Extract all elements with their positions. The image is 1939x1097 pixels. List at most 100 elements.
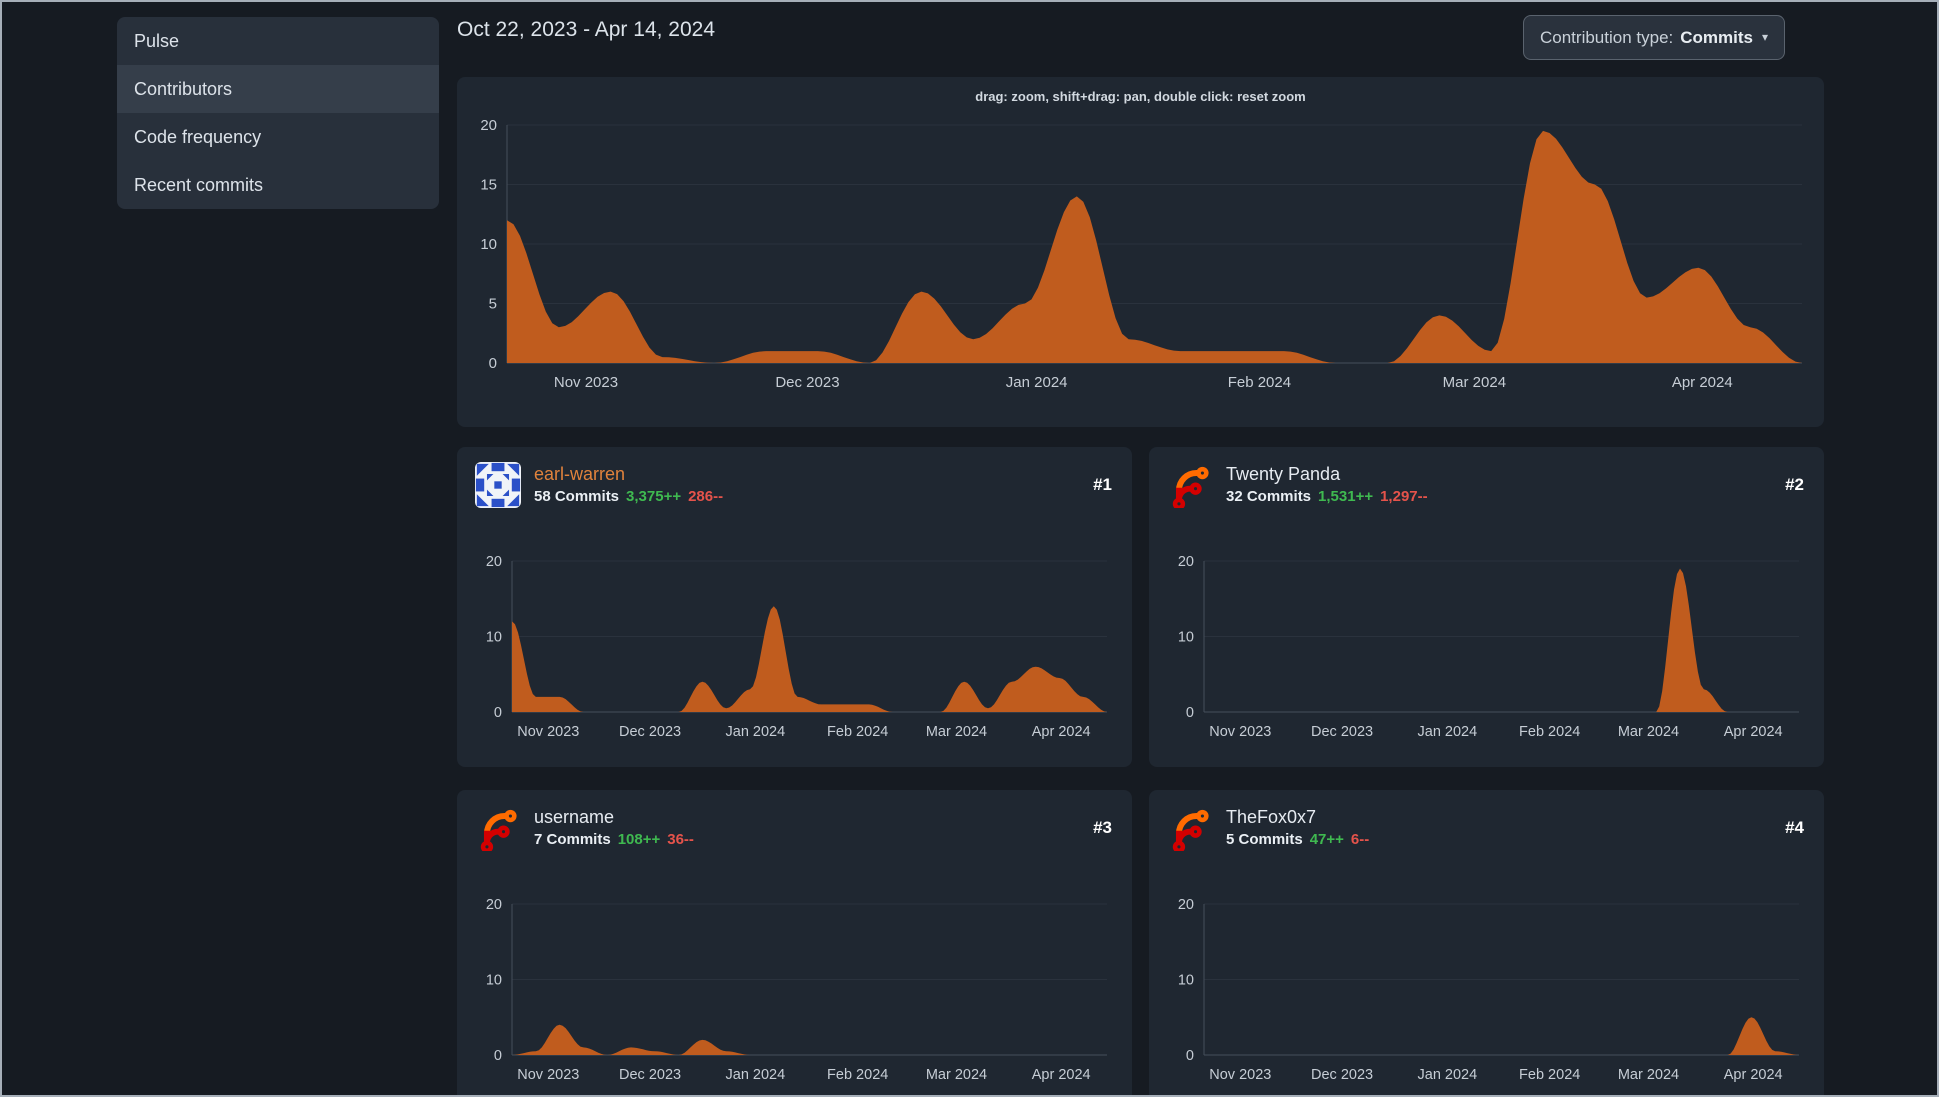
deletions-count: 6-- — [1350, 830, 1370, 848]
contributor-name: TheFox0x7 — [1226, 807, 1317, 828]
svg-text:Mar 2024: Mar 2024 — [1618, 1067, 1679, 1083]
contribution-type-dropdown[interactable]: Contribution type: Commits ▾ — [1523, 15, 1786, 60]
contribution-type-value: Commits — [1680, 27, 1753, 47]
avatar[interactable] — [475, 462, 521, 508]
svg-text:Feb 2024: Feb 2024 — [1519, 724, 1580, 740]
svg-text:Apr 2024: Apr 2024 — [1724, 1067, 1783, 1083]
forgejo-logo-avatar — [475, 805, 521, 851]
svg-text:Apr 2024: Apr 2024 — [1032, 724, 1091, 740]
svg-text:20: 20 — [1178, 897, 1194, 913]
deletions-count: 36-- — [667, 830, 694, 848]
sidebar-item-code-frequency[interactable]: Code frequency — [117, 113, 439, 161]
chevron-down-icon: ▾ — [1761, 29, 1769, 44]
svg-text:Nov 2023: Nov 2023 — [1209, 724, 1271, 740]
rank-badge: #1 — [1093, 475, 1112, 494]
contributor-card-4: TheFox0x7 5 Commits 47++ 6-- #4 0 10 20 Nov 2… — [1149, 790, 1824, 1095]
additions-count: 3,375++ — [626, 487, 682, 505]
svg-text:Jan 2024: Jan 2024 — [726, 724, 786, 740]
svg-text:15: 15 — [480, 177, 497, 194]
rank-badge: #2 — [1785, 475, 1804, 494]
svg-text:0: 0 — [494, 705, 502, 721]
additions-count: 1,531++ — [1318, 487, 1374, 505]
svg-text:Feb 2024: Feb 2024 — [827, 724, 888, 740]
svg-text:Apr 2024: Apr 2024 — [1724, 724, 1783, 740]
svg-text:Nov 2023: Nov 2023 — [1209, 1067, 1271, 1083]
contributor-card-2: Twenty Panda 32 Commits 1,531++ 1,297-- #2… — [1149, 447, 1824, 767]
svg-text:0: 0 — [1186, 705, 1194, 721]
svg-text:Dec 2023: Dec 2023 — [1311, 1067, 1373, 1083]
contributor-commits-area-chart[interactable]: 0 10 20 Nov 2023 Dec 2023 Jan 2024 Feb 2024 Mar… — [457, 523, 1132, 767]
svg-text:Mar 2024: Mar 2024 — [1618, 724, 1679, 740]
deletions-count: 1,297-- — [1380, 487, 1428, 505]
contribution-type-label: Contribution type: — [1540, 27, 1674, 47]
svg-text:Dec 2023: Dec 2023 — [1311, 724, 1373, 740]
contributor-stats: 32 Commits 1,531++ 1,297-- — [1226, 488, 1428, 505]
forgejo-logo-avatar — [1167, 805, 1213, 851]
contributor-card-3: username 7 Commits 108++ 36-- #3 0 10 20 Nov … — [457, 790, 1132, 1095]
svg-text:Jan 2024: Jan 2024 — [1418, 724, 1478, 740]
svg-text:10: 10 — [1178, 973, 1194, 989]
overall-commits-chart-card: drag: zoom, shift+drag: pan, double clic… — [457, 77, 1824, 427]
rank-badge: #4 — [1785, 818, 1804, 837]
svg-text:20: 20 — [486, 897, 502, 913]
svg-text:0: 0 — [494, 1048, 502, 1064]
activity-sidebar: Pulse Contributors Code frequency Recent… — [117, 17, 439, 209]
rank-badge: #3 — [1093, 818, 1112, 837]
forgejo-logo-avatar — [1167, 462, 1213, 508]
contributor-commits-area-chart[interactable]: 0 10 20 Nov 2023 Dec 2023 Jan 2024 Feb 2024 Mar… — [1149, 523, 1824, 767]
sidebar-item-recent-commits[interactable]: Recent commits — [117, 161, 439, 209]
contributor-header: earl-warren 58 Commits 3,375++ 286-- #1 — [457, 447, 1132, 523]
svg-text:10: 10 — [1178, 630, 1194, 646]
commit-count: 58 Commits — [534, 487, 620, 505]
sidebar-item-contributors[interactable]: Contributors — [117, 65, 439, 113]
contributor-commits-area-chart[interactable]: 0 10 20 Nov 2023 Dec 2023 Jan 2024 Feb 2024 Mar… — [1149, 866, 1824, 1095]
commit-count: 32 Commits — [1226, 487, 1312, 505]
svg-text:10: 10 — [486, 630, 502, 646]
additions-count: 108++ — [617, 830, 661, 848]
contributor-header: TheFox0x7 5 Commits 47++ 6-- #4 — [1149, 790, 1824, 866]
svg-text:Dec 2023: Dec 2023 — [619, 1067, 681, 1083]
svg-text:Nov 2023: Nov 2023 — [554, 374, 618, 391]
svg-text:Nov 2023: Nov 2023 — [517, 724, 579, 740]
svg-text:Dec 2023: Dec 2023 — [775, 374, 839, 391]
svg-text:Nov 2023: Nov 2023 — [517, 1067, 579, 1083]
svg-text:Mar 2024: Mar 2024 — [926, 724, 987, 740]
svg-text:20: 20 — [480, 117, 497, 134]
svg-text:10: 10 — [486, 973, 502, 989]
contributor-stats: 58 Commits 3,375++ 286-- — [534, 488, 723, 505]
contributor-commits-area-chart[interactable]: 0 10 20 Nov 2023 Dec 2023 Jan 2024 Feb 2024 Mar… — [457, 866, 1132, 1095]
svg-text:Mar 2024: Mar 2024 — [1443, 374, 1506, 391]
overall-commits-area-chart[interactable]: 0 5 10 15 20 Nov 2023 Dec 2023 Jan 2024 Feb 2024… — [457, 109, 1824, 421]
svg-text:0: 0 — [1186, 1048, 1194, 1064]
svg-text:Apr 2024: Apr 2024 — [1672, 374, 1733, 391]
svg-text:Feb 2024: Feb 2024 — [827, 1067, 888, 1083]
svg-text:Jan 2024: Jan 2024 — [726, 1067, 786, 1083]
contributor-header: Twenty Panda 32 Commits 1,531++ 1,297-- #2 — [1149, 447, 1824, 523]
additions-count: 47++ — [1309, 830, 1344, 848]
contributor-header: username 7 Commits 108++ 36-- #3 — [457, 790, 1132, 866]
contributor-name: username — [534, 807, 615, 828]
contributor-stats: 5 Commits 47++ 6-- — [1226, 831, 1369, 848]
zoom-hint: drag: zoom, shift+drag: pan, double clic… — [975, 89, 1306, 104]
svg-text:Feb 2024: Feb 2024 — [1228, 374, 1291, 391]
date-range-title: Oct 22, 2023 - Apr 14, 2024 — [457, 18, 716, 41]
svg-text:Jan 2024: Jan 2024 — [1418, 1067, 1478, 1083]
sidebar-item-pulse[interactable]: Pulse — [117, 17, 439, 65]
svg-text:0: 0 — [489, 355, 497, 372]
svg-text:10: 10 — [480, 236, 497, 253]
contributor-name-link[interactable]: earl-warren — [534, 464, 723, 485]
deletions-count: 286-- — [688, 487, 724, 505]
svg-text:20: 20 — [486, 554, 502, 570]
svg-text:Mar 2024: Mar 2024 — [926, 1067, 987, 1083]
svg-text:Jan 2024: Jan 2024 — [1006, 374, 1068, 391]
contributor-card-1: earl-warren 58 Commits 3,375++ 286-- #1 0 1… — [457, 447, 1132, 767]
commit-count: 7 Commits — [534, 830, 611, 848]
svg-text:5: 5 — [489, 296, 497, 313]
svg-text:20: 20 — [1178, 554, 1194, 570]
svg-text:Apr 2024: Apr 2024 — [1032, 1067, 1091, 1083]
svg-text:Feb 2024: Feb 2024 — [1519, 1067, 1580, 1083]
svg-text:Dec 2023: Dec 2023 — [619, 724, 681, 740]
contributor-name: Twenty Panda — [1226, 464, 1341, 485]
commit-count: 5 Commits — [1226, 830, 1303, 848]
contributor-stats: 7 Commits 108++ 36-- — [534, 831, 694, 848]
